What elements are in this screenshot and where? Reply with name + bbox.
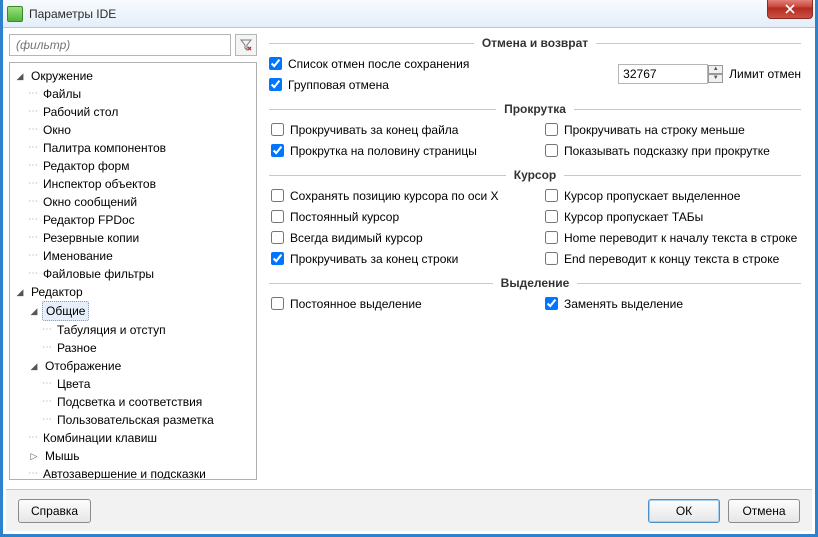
filter-clear-button[interactable] bbox=[235, 34, 257, 56]
tree-node-editor[interactable]: ◢Редактор bbox=[12, 283, 254, 301]
window-title: Параметры IDE bbox=[29, 7, 116, 21]
tree-item[interactable]: ⋯Редактор форм bbox=[26, 157, 254, 175]
expand-icon: ▷ bbox=[28, 447, 40, 465]
checkbox-keep-cursor-x[interactable]: Сохранять позицию курсора по оси X bbox=[271, 186, 527, 205]
filter-clear-icon bbox=[240, 39, 252, 51]
close-icon bbox=[785, 4, 795, 14]
tree-node-environment[interactable]: ◢Окружение bbox=[12, 67, 254, 85]
undo-limit-input[interactable] bbox=[618, 64, 708, 84]
ok-button[interactable]: ОК bbox=[648, 499, 720, 523]
checkbox-undo-after-save[interactable]: Список отмен после сохранения bbox=[269, 54, 608, 73]
filter-input[interactable] bbox=[9, 34, 231, 56]
tree-item[interactable]: ⋯Окно bbox=[26, 121, 254, 139]
close-button[interactable] bbox=[767, 0, 813, 19]
spinner-down-icon: ▼ bbox=[708, 74, 723, 83]
group-title: Курсор bbox=[506, 168, 565, 182]
sidebar: ◢Окружение ⋯Файлы ⋯Рабочий стол ⋯Окно ⋯П… bbox=[3, 28, 263, 486]
checkbox-scroll-hint[interactable]: Показывать подсказку при прокрутке bbox=[545, 141, 801, 160]
checkbox-always-visible-cursor[interactable]: Всегда видимый курсор bbox=[271, 228, 527, 247]
tree-item[interactable]: ⋯Резервные копии bbox=[26, 229, 254, 247]
tree-item[interactable]: ⋯Файловые фильтры bbox=[26, 265, 254, 283]
titlebar: Параметры IDE bbox=[3, 0, 815, 28]
checkbox-end-to-eol[interactable]: End переводит к концу текста в строке bbox=[545, 249, 801, 268]
group-undo: Отмена и возврат Список отмен после сохр… bbox=[269, 36, 801, 94]
checkbox-scroll-past-eof[interactable]: Прокручивать за конец файла bbox=[271, 120, 527, 139]
checkbox-cursor-skip-tabs[interactable]: Курсор пропускает ТАБы bbox=[545, 207, 801, 226]
tree-item[interactable]: ⋯Табуляция и отступ bbox=[40, 321, 254, 339]
tree-node-display[interactable]: ◢Отображение bbox=[26, 357, 254, 375]
options-tree[interactable]: ◢Окружение ⋯Файлы ⋯Рабочий стол ⋯Окно ⋯П… bbox=[10, 63, 256, 479]
checkbox-overwrite-selection[interactable]: Заменять выделение bbox=[545, 294, 801, 313]
group-title: Выделение bbox=[493, 276, 578, 290]
collapse-icon: ◢ bbox=[28, 357, 40, 375]
group-selection: Выделение Постоянное выделение Заменять … bbox=[269, 276, 801, 313]
help-button[interactable]: Справка bbox=[18, 499, 91, 523]
tree-item[interactable]: ⋯Комбинации клавиш bbox=[26, 429, 254, 447]
checkbox-scroll-by-one-less[interactable]: Прокручивать на строку меньше bbox=[545, 120, 801, 139]
group-title: Отмена и возврат bbox=[474, 36, 596, 50]
spinner-up-icon: ▲ bbox=[708, 65, 723, 74]
tree-item[interactable]: ⋯Файлы bbox=[26, 85, 254, 103]
tree-item[interactable]: ⋯Цвета bbox=[40, 375, 254, 393]
checkbox-scroll-past-eol[interactable]: Прокручивать за конец строки bbox=[271, 249, 527, 268]
checkbox-half-page-scroll[interactable]: Прокрутка на половину страницы bbox=[271, 141, 527, 160]
collapse-icon: ◢ bbox=[28, 302, 40, 320]
tree-item[interactable]: ⋯Редактор FPDoc bbox=[26, 211, 254, 229]
tree-item[interactable]: ⋯Пользовательская разметка bbox=[40, 411, 254, 429]
tree-item[interactable]: ⋯Окно сообщений bbox=[26, 193, 254, 211]
collapse-icon: ◢ bbox=[14, 283, 26, 301]
checkbox-persistent-cursor[interactable]: Постоянный курсор bbox=[271, 207, 527, 226]
collapse-icon: ◢ bbox=[14, 67, 26, 85]
checkbox-home-to-begin[interactable]: Home переводит к началу текста в строке bbox=[545, 228, 801, 247]
app-icon bbox=[7, 6, 23, 22]
checkbox-group-undo[interactable]: Групповая отмена bbox=[269, 75, 608, 94]
checkbox-cursor-skip-selection[interactable]: Курсор пропускает выделенное bbox=[545, 186, 801, 205]
tree-item[interactable]: ⋯Именование bbox=[26, 247, 254, 265]
cancel-button[interactable]: Отмена bbox=[728, 499, 800, 523]
tree-node-general[interactable]: ◢Общие bbox=[26, 301, 254, 321]
tree-item[interactable]: ⋯Подсветка и соответствия bbox=[40, 393, 254, 411]
tree-item[interactable]: ⋯Инспектор объектов bbox=[26, 175, 254, 193]
undo-limit-label: Лимит отмен bbox=[729, 67, 801, 81]
group-title: Прокрутка bbox=[496, 102, 574, 116]
button-bar: Справка ОК Отмена bbox=[6, 489, 812, 531]
group-cursor: Курсор Сохранять позицию курсора по оси … bbox=[269, 168, 801, 268]
tree-item[interactable]: ⋯Разное bbox=[40, 339, 254, 357]
tree-item[interactable]: ⋯Палитра компонентов bbox=[26, 139, 254, 157]
tree-node-mouse[interactable]: ▷Мышь bbox=[26, 447, 254, 465]
tree-item[interactable]: ⋯Автозавершение и подсказки bbox=[26, 465, 254, 479]
group-scroll: Прокрутка Прокручивать за конец файла Пр… bbox=[269, 102, 801, 160]
tree-item[interactable]: ⋯Рабочий стол bbox=[26, 103, 254, 121]
checkbox-persistent-selection[interactable]: Постоянное выделение bbox=[271, 294, 527, 313]
undo-limit-spinner[interactable]: ▲▼ bbox=[708, 65, 723, 83]
settings-panel: Отмена и возврат Список отмен после сохр… bbox=[263, 28, 815, 486]
